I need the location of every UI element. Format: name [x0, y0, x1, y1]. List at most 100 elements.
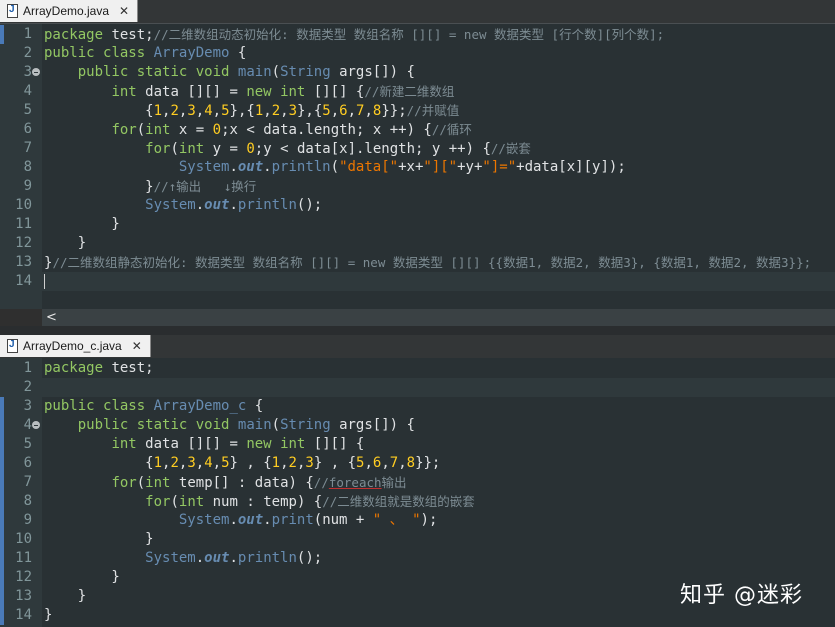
- code-line[interactable]: 14: [0, 272, 835, 291]
- line-number: 8: [23, 493, 32, 509]
- code-line[interactable]: 11 }: [0, 215, 835, 234]
- tab-arraydemo-c[interactable]: ArrayDemo_c.java ✕: [0, 335, 151, 357]
- code-text: for(int temp[] : data) {//foreach输出: [111, 475, 407, 491]
- code-text: }: [44, 235, 87, 251]
- change-marker: [0, 606, 4, 625]
- java-file-icon: [6, 339, 18, 353]
- code-line[interactable]: 4 int data [][] = new int [][] {//新建二维数组: [0, 82, 835, 101]
- code-line[interactable]: 12 }: [0, 234, 835, 253]
- code-line[interactable]: 5 {1,2,3,4,5},{1,2,3},{5,6,7,8}};//并赋值: [0, 101, 835, 120]
- code-text: for(int num : temp) {//二维数组就是数组的嵌套: [145, 494, 475, 510]
- code-text: public class ArrayDemo {: [44, 45, 247, 61]
- line-number: 7: [23, 140, 32, 156]
- code-line[interactable]: 4 public static void main(String args[])…: [0, 416, 835, 435]
- line-number: 11: [15, 216, 32, 232]
- code-text: {1,2,3,4,5} , {1,2,3} , {5,6,7,8}};: [44, 455, 441, 471]
- code-text: int data [][] = new int [][] {//新建二维数组: [111, 84, 455, 100]
- line-number: 2: [23, 379, 32, 395]
- close-icon[interactable]: ✕: [119, 4, 129, 18]
- code-line[interactable]: 1 package test;//二维数组动态初始化: 数据类型 数组名称 [][…: [0, 25, 835, 44]
- code-line[interactable]: 2 public class ArrayDemo {: [0, 44, 835, 63]
- code-line[interactable]: 9 }//↑输出 ↓换行: [0, 177, 835, 196]
- editor-tabbar-top: ArrayDemo.java ✕: [0, 0, 835, 24]
- line-number: 10: [15, 531, 32, 547]
- change-marker: [0, 568, 4, 587]
- change-marker: [0, 454, 4, 473]
- code-text: }: [44, 216, 120, 232]
- code-line[interactable]: 6 for(int x = 0;x < data.length; x ++) {…: [0, 120, 835, 139]
- line-number: 4: [23, 417, 32, 433]
- text-caret: [44, 274, 45, 289]
- tab-title: ArrayDemo_c.java: [23, 339, 122, 353]
- code-line[interactable]: 7 for(int temp[] : data) {//foreach输出: [0, 473, 835, 492]
- line-number: 5: [23, 436, 32, 452]
- code-line[interactable]: 3 public class ArrayDemo_c {: [0, 397, 835, 416]
- code-line[interactable]: 11 System.out.println();: [0, 549, 835, 568]
- code-text: public class ArrayDemo_c {: [44, 398, 264, 414]
- code-text: public static void main(String args[]) {: [77, 417, 415, 433]
- line-number: 6: [23, 121, 32, 137]
- code-text: for(int y = 0;y < data[x].length; y ++) …: [145, 141, 531, 157]
- watermark: 知乎 @迷彩: [680, 583, 803, 608]
- line-number: 4: [23, 83, 32, 99]
- code-text: }//↑输出 ↓换行: [44, 179, 257, 195]
- code-text: }: [44, 569, 120, 585]
- line-number: 1: [23, 26, 32, 42]
- code-line[interactable]: 2: [0, 378, 835, 397]
- code-text: }: [44, 531, 154, 547]
- line-number: 12: [15, 235, 32, 251]
- change-marker: [0, 587, 4, 606]
- code-editor-arraydemo[interactable]: 1 package test;//二维数组动态初始化: 数据类型 数组名称 [][…: [0, 24, 835, 309]
- line-number: 11: [15, 550, 32, 566]
- code-line[interactable]: 8 System.out.println("data["+x+"]["+y+"]…: [0, 158, 835, 177]
- code-line[interactable]: 7 for(int y = 0;y < data[x].length; y ++…: [0, 139, 835, 158]
- code-line[interactable]: 8 for(int num : temp) {//二维数组就是数组的嵌套: [0, 492, 835, 511]
- horizontal-scrollbar[interactable]: <: [42, 309, 835, 326]
- code-text: for(int x = 0;x < data.length; x ++) {//…: [111, 122, 472, 138]
- code-text: System.out.print(num + " 、 ");: [178, 512, 438, 528]
- line-number: 12: [15, 569, 32, 585]
- code-line[interactable]: 9 System.out.print(num + " 、 ");: [0, 511, 835, 530]
- tab-arraydemo[interactable]: ArrayDemo.java ✕: [0, 0, 139, 22]
- java-file-icon: [6, 4, 18, 18]
- line-number: 3: [23, 64, 32, 80]
- code-line[interactable]: 10 }: [0, 530, 835, 549]
- fold-collapse-icon[interactable]: [32, 421, 40, 429]
- line-number: 13: [15, 254, 32, 270]
- code-line[interactable]: 10 System.out.println();: [0, 196, 835, 215]
- code-line[interactable]: 6 {1,2,3,4,5} , {1,2,3} , {5,6,7,8}};: [0, 454, 835, 473]
- line-number: 14: [15, 273, 32, 289]
- line-number: 13: [15, 588, 32, 604]
- code-text: int data [][] = new int [][] {: [111, 436, 365, 452]
- code-line[interactable]: 1 package test;: [0, 359, 835, 378]
- line-number: 9: [23, 178, 32, 194]
- code-text: }: [44, 588, 87, 604]
- fold-collapse-icon[interactable]: [32, 68, 40, 76]
- change-marker: [0, 473, 4, 492]
- code-line[interactable]: 5 int data [][] = new int [][] {: [0, 435, 835, 454]
- scroll-left-icon[interactable]: <: [46, 309, 57, 326]
- change-marker: [0, 549, 4, 568]
- tab-title: ArrayDemo.java: [23, 4, 110, 18]
- code-text: package test;//二维数组动态初始化: 数据类型 数组名称 [][]…: [44, 27, 665, 43]
- line-number: 2: [23, 45, 32, 61]
- line-number: 1: [23, 360, 32, 376]
- line-number: 14: [15, 607, 32, 623]
- code-text: System.out.println();: [145, 197, 323, 213]
- change-marker: [0, 397, 4, 416]
- code-line[interactable]: 3 public static void main(String args[])…: [0, 63, 835, 82]
- code-text: {1,2,3,4,5},{1,2,3},{5,6,7,8}};//并赋值: [44, 103, 460, 119]
- line-number: 10: [15, 197, 32, 213]
- change-marker: [0, 435, 4, 454]
- line-number: 8: [23, 159, 32, 175]
- line-number: 6: [23, 455, 32, 471]
- line-number: 7: [23, 474, 32, 490]
- line-number: 9: [23, 512, 32, 528]
- close-icon[interactable]: ✕: [132, 339, 142, 353]
- change-marker: [0, 511, 4, 530]
- code-text: }//二维数组静态初始化: 数据类型 数组名称 [][] = new 数据类型 …: [44, 255, 812, 271]
- code-text: System.out.println("data["+x+"]["+y+"]="…: [178, 159, 626, 175]
- code-line[interactable]: 13 }//二维数组静态初始化: 数据类型 数组名称 [][] = new 数据类…: [0, 253, 835, 272]
- change-marker: [0, 492, 4, 511]
- change-marker: [0, 25, 4, 44]
